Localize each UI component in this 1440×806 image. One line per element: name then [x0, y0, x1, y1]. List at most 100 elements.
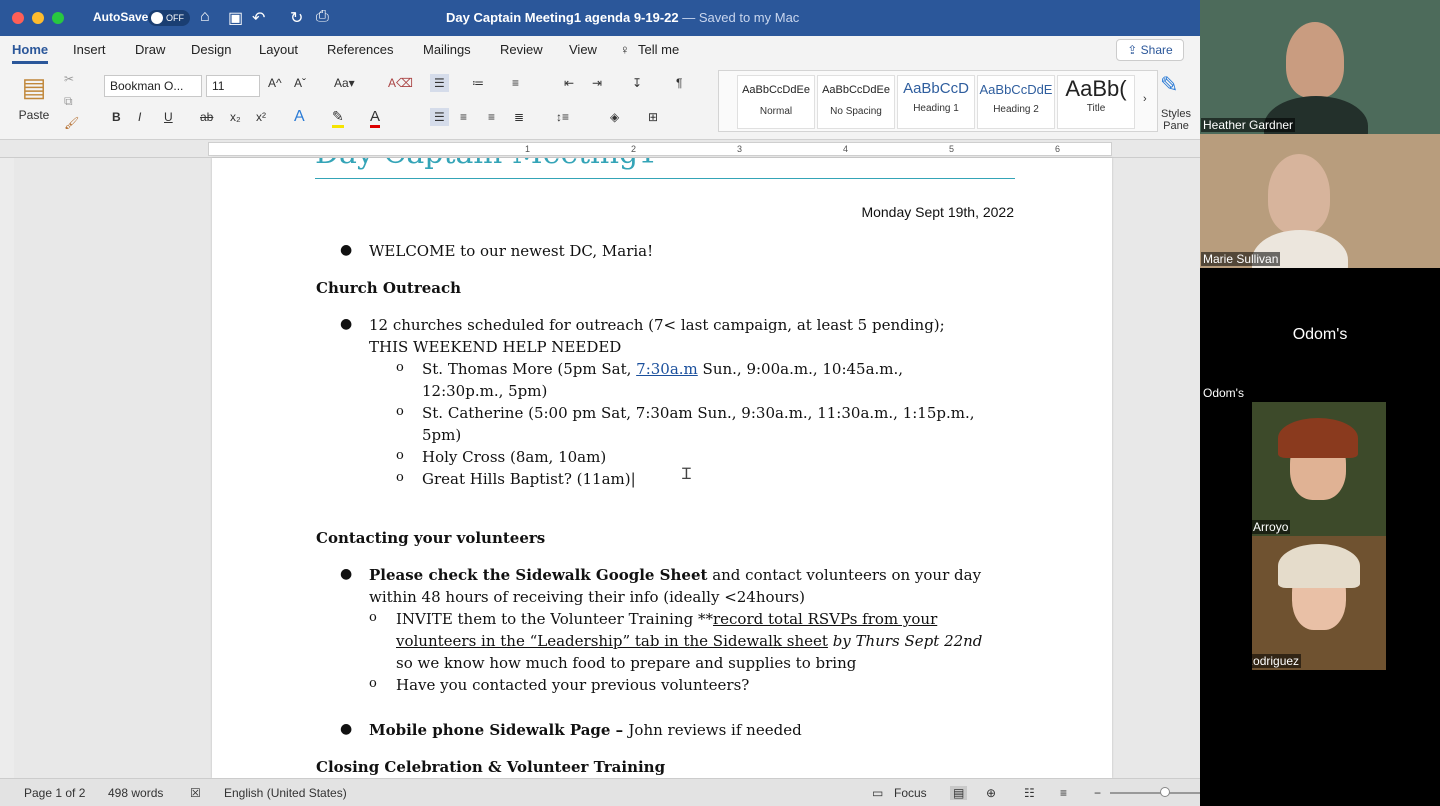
styles-pane-button[interactable]: Styles Pane: [1158, 108, 1194, 132]
section-contacting-volunteers: Contacting your volunteers: [316, 529, 546, 547]
participant-tile[interactable]: Heather Gardner: [1200, 0, 1440, 134]
borders-icon[interactable]: ⊞: [648, 110, 658, 124]
grow-font-icon[interactable]: A^: [268, 76, 282, 90]
style-normal[interactable]: AaBbCcDdEe Normal: [737, 75, 815, 129]
church-holy-cross: Holy Cross (8am, 10am): [422, 448, 607, 466]
print-layout-icon[interactable]: ▤: [950, 786, 968, 800]
participant-tile[interactable]: Katrina Rodriguez: [1252, 536, 1386, 670]
tab-view[interactable]: View: [569, 42, 597, 57]
language[interactable]: English (United States): [224, 786, 347, 800]
tab-layout[interactable]: Layout: [259, 42, 298, 57]
style-title[interactable]: AaBb(Title: [1057, 75, 1135, 129]
tab-mailings[interactable]: Mailings: [423, 42, 471, 57]
font-color-icon[interactable]: A: [370, 108, 381, 128]
change-case-icon[interactable]: Aa▾: [334, 76, 355, 90]
strikethrough-icon[interactable]: ab: [200, 110, 213, 124]
participant-face: [1268, 154, 1330, 234]
tab-review[interactable]: Review: [500, 42, 543, 57]
participant-tile[interactable]: Christine Arroyo: [1252, 402, 1386, 536]
align-center-icon[interactable]: ≡: [460, 110, 467, 124]
home-icon[interactable]: ⌂: [200, 8, 210, 26]
shading-icon[interactable]: ◈: [610, 110, 619, 124]
tab-draw[interactable]: Draw: [135, 42, 165, 57]
paste-button[interactable]: Paste: [14, 108, 54, 122]
subscript-icon[interactable]: x₂: [230, 110, 241, 124]
zoom-out-icon[interactable]: −: [1094, 786, 1101, 800]
autosave-toggle[interactable]: OFF: [148, 10, 190, 26]
document-page[interactable]: Day Captain Meeting1 Monday Sept 19th, 2…: [212, 158, 1112, 778]
zoom-window-button[interactable]: [52, 12, 64, 24]
decrease-indent-icon[interactable]: ⇤: [564, 76, 574, 90]
chevron-right-icon[interactable]: ›: [1143, 93, 1147, 105]
shrink-font-icon[interactable]: Aˇ: [294, 76, 306, 90]
numbering-icon[interactable]: ≔: [472, 76, 484, 90]
vertical-ruler: [0, 158, 14, 778]
bullet-icon: ●: [340, 566, 353, 582]
sub-bullet-icon: o: [369, 676, 377, 691]
proofing-icon[interactable]: ☒: [190, 786, 201, 800]
zoom-slider-knob[interactable]: [1160, 787, 1170, 797]
cut-icon[interactable]: ✂: [64, 72, 74, 86]
minimize-window-button[interactable]: [32, 12, 44, 24]
video-gallery: Heather Gardner Marie Sullivan Odom's Od…: [1200, 0, 1440, 806]
page-count[interactable]: Page 1 of 2: [24, 786, 85, 800]
font-size-dropdown[interactable]: 11: [206, 75, 260, 97]
style-heading-2[interactable]: AaBbCcDdE Heading 2: [977, 75, 1055, 129]
multilevel-list-icon[interactable]: ≡: [512, 76, 519, 90]
increase-indent-icon[interactable]: ⇥: [592, 76, 602, 90]
redo-icon[interactable]: ↻: [290, 8, 303, 28]
web-layout-icon[interactable]: ⊕: [986, 786, 996, 800]
style-heading-1[interactable]: AaBbCcD Heading 1: [897, 75, 975, 129]
zoom-slider[interactable]: [1110, 792, 1206, 794]
copy-icon[interactable]: ⧉: [64, 94, 73, 109]
tell-me-search[interactable]: Tell me: [638, 42, 679, 57]
sub-bullet-icon: o: [396, 448, 404, 463]
ruler-bar[interactable]: 1 2 3 4 5 6: [208, 142, 1112, 156]
superscript-icon[interactable]: x²: [256, 110, 266, 124]
focus-button[interactable]: Focus: [894, 786, 927, 800]
align-right-icon[interactable]: ≡: [488, 110, 495, 124]
participant-tile[interactable]: Odom's Odom's: [1200, 268, 1440, 402]
outline-icon[interactable]: ☷: [1024, 786, 1035, 800]
sub-bullet-icon: o: [369, 610, 377, 625]
tab-home[interactable]: Home: [12, 42, 49, 64]
text-effects-icon[interactable]: A: [294, 108, 305, 126]
clear-formatting-icon[interactable]: A⌫: [388, 76, 413, 90]
word-count[interactable]: 498 words: [108, 786, 163, 800]
time-link[interactable]: 7:30a.m: [636, 360, 698, 378]
church-line-2: THIS WEEKEND HELP NEEDED: [369, 338, 622, 356]
italic-icon[interactable]: I: [138, 110, 141, 124]
align-left-icon[interactable]: ☰: [430, 108, 449, 126]
bold-icon[interactable]: B: [112, 110, 121, 124]
format-painter-icon[interactable]: 🖌: [64, 116, 79, 130]
bullet-icon: ●: [340, 242, 353, 258]
tab-references[interactable]: References: [327, 42, 393, 57]
font-name-dropdown[interactable]: Bookman O...: [104, 75, 202, 97]
invite-line-3: so we know how much food to prepare and …: [396, 654, 857, 672]
church-st-thomas-more-cont: 12:30p.m., 5pm): [422, 382, 548, 400]
justify-icon[interactable]: ≣: [514, 110, 524, 124]
focus-icon[interactable]: ▭: [872, 786, 883, 800]
underline-icon[interactable]: U: [164, 110, 173, 124]
participant-tile[interactable]: Marie Sullivan: [1200, 134, 1440, 268]
tab-insert[interactable]: Insert: [73, 42, 106, 57]
highlight-icon[interactable]: ✎: [332, 108, 344, 128]
meeting-date: Monday Sept 19th, 2022: [861, 204, 1014, 220]
styles-pane-icon[interactable]: ✎: [1160, 72, 1178, 98]
undo-icon[interactable]: ↶: [252, 8, 265, 28]
draft-icon[interactable]: ≡: [1060, 786, 1067, 800]
paragraph-marks-icon[interactable]: ¶: [676, 76, 682, 90]
style-no-spacing[interactable]: AaBbCcDdEe No Spacing: [817, 75, 895, 129]
clipboard-icon[interactable]: ▤: [14, 72, 54, 108]
participant-display-name: Odom's: [1292, 326, 1348, 343]
tab-design[interactable]: Design: [191, 42, 231, 57]
close-window-button[interactable]: [12, 12, 24, 24]
sort-icon[interactable]: ↧: [632, 76, 642, 90]
participant-face: [1286, 22, 1344, 98]
print-icon[interactable]: ⎙: [316, 8, 329, 26]
bullets-icon[interactable]: ☰: [430, 74, 449, 92]
line-spacing-icon[interactable]: ↕≡: [556, 110, 569, 124]
share-button[interactable]: ⇪ Share: [1116, 39, 1184, 61]
participant-hair: [1278, 544, 1360, 588]
save-icon[interactable]: ▣: [228, 8, 243, 28]
